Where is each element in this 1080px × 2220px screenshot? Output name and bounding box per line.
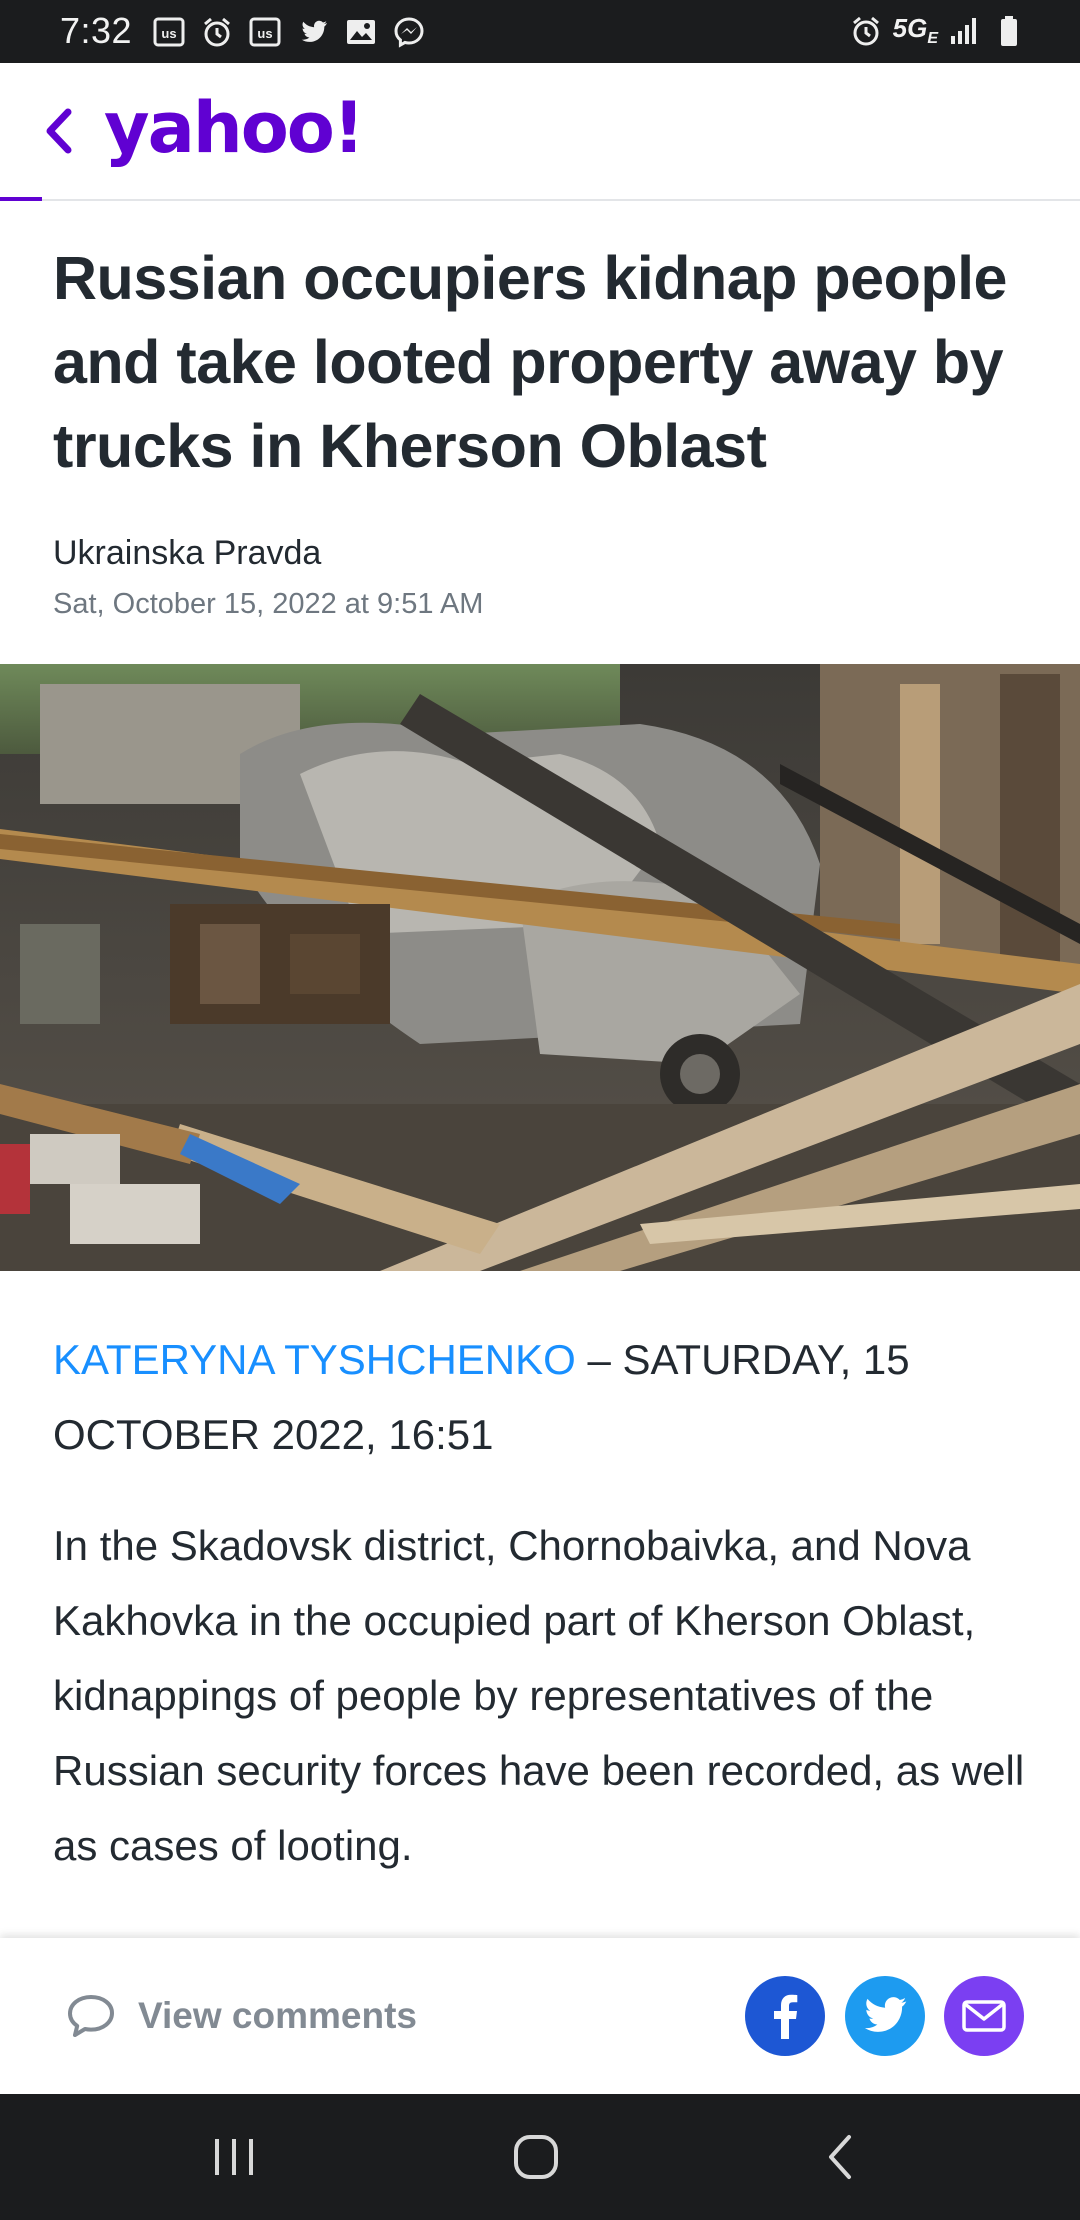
signal-icon: [948, 14, 982, 48]
tab-indicator: [0, 197, 42, 201]
home-icon: [514, 2135, 558, 2179]
article-hero-image[interactable]: [0, 664, 1080, 1271]
notification-icons: us us: [152, 14, 426, 50]
gallery-icon: [344, 15, 378, 49]
author-link[interactable]: KATERYNA TYSHCHENKO: [53, 1336, 576, 1383]
network-type: 5GE: [892, 13, 938, 48]
svg-text:us: us: [161, 26, 176, 41]
us-news-icon: us: [248, 15, 282, 49]
status-time: 7:32: [60, 10, 133, 51]
view-comments-label: View comments: [138, 1995, 417, 2036]
system-icons: 5GE: [849, 12, 1026, 50]
svg-text:us: us: [257, 26, 272, 41]
article-date: Sat, October 15, 2022 at 9:51 AM: [53, 588, 484, 620]
alarm-icon: [849, 14, 883, 48]
app-header: yahoo!: [0, 63, 1080, 201]
twitter-icon: [296, 15, 330, 49]
article-headline: Russian occupiers kidnap people and take…: [53, 244, 1007, 480]
article-paragraph: In the Skadovsk district, Chornobaivka, …: [53, 1522, 1025, 1869]
recents-button[interactable]: [194, 2124, 274, 2190]
facebook-icon: [774, 1994, 798, 2039]
system-nav-bar: [0, 2094, 1080, 2220]
back-button[interactable]: [34, 103, 84, 159]
chevron-left-icon: [46, 108, 72, 154]
email-share-button[interactable]: [944, 1976, 1024, 2056]
article-byline: KATERYNA TYSHCHENKO – SATURDAY, 15 OCTOB…: [53, 1322, 1033, 1472]
article-action-bar: View comments: [0, 1938, 1080, 2094]
home-button[interactable]: [496, 2124, 576, 2190]
alarm-icon: [200, 15, 234, 49]
status-bar: 7:32 us us 5GE: [0, 0, 1080, 63]
twitter-icon: [864, 1997, 907, 2032]
view-comments-button[interactable]: View comments: [66, 1984, 417, 2048]
yahoo-logo[interactable]: yahoo!: [104, 87, 365, 169]
nav-back-button[interactable]: [800, 2124, 880, 2190]
comment-bubble-icon: [68, 1995, 114, 2037]
facebook-share-button[interactable]: [745, 1976, 825, 2056]
battery-icon: [992, 14, 1026, 48]
rubble-photo: [0, 664, 1080, 1271]
mail-icon: [962, 2000, 1006, 2032]
twitter-share-button[interactable]: [845, 1976, 925, 2056]
us-news-icon: us: [152, 15, 186, 49]
back-arrow-icon: [829, 2135, 851, 2179]
messenger-icon: [392, 15, 426, 49]
article-source[interactable]: Ukrainska Pravda: [53, 534, 321, 573]
recents-icon: [215, 2139, 253, 2175]
